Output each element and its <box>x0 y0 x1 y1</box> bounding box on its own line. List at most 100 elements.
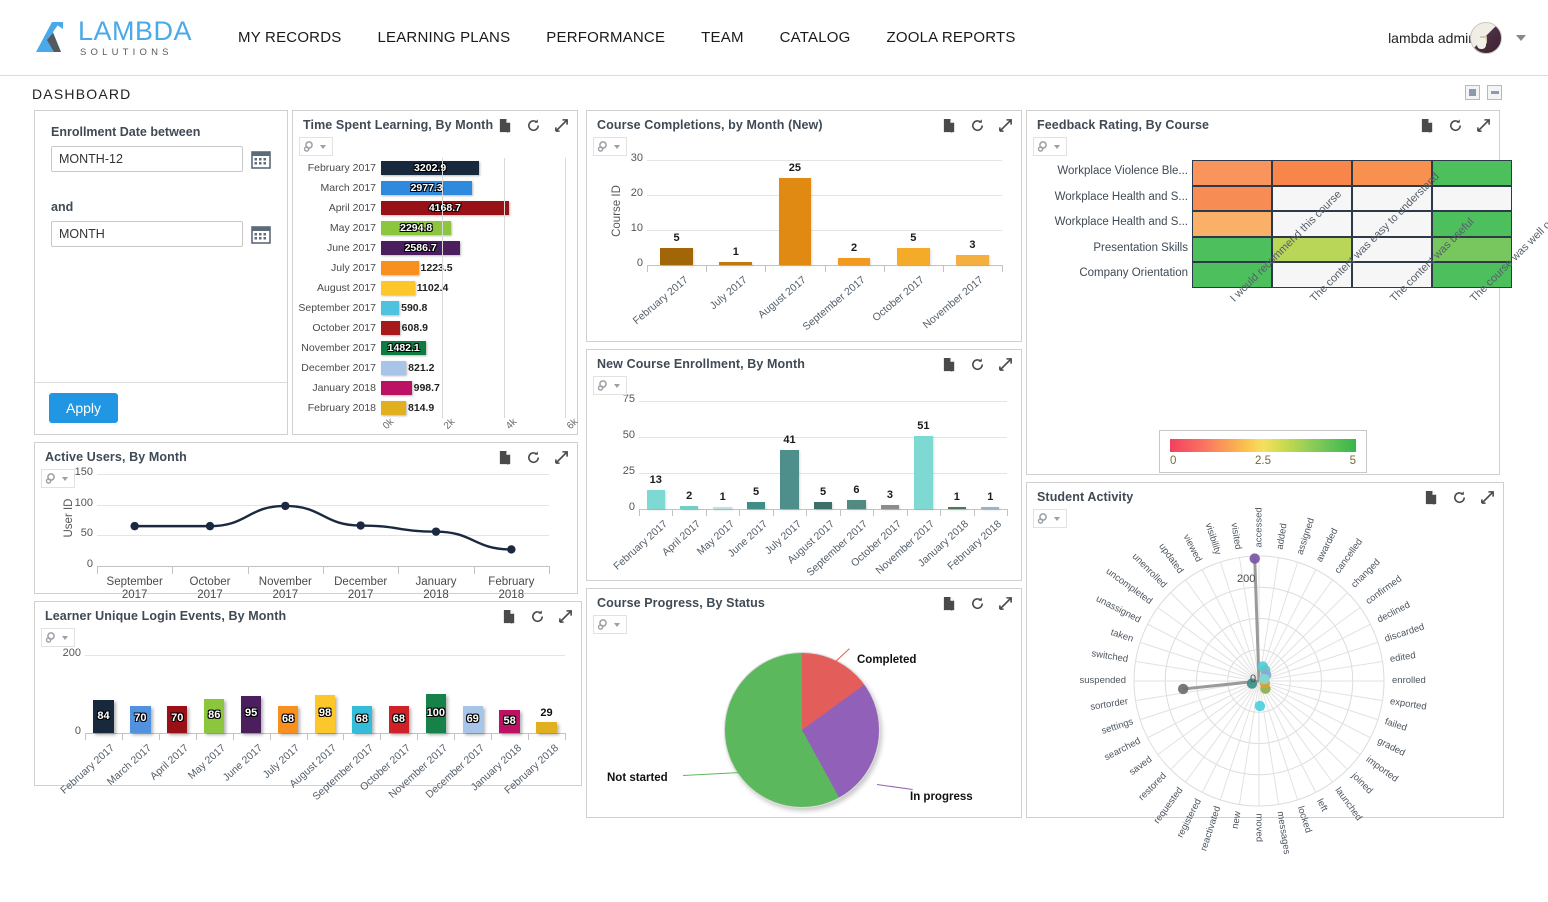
time-spent-value: 998.7 <box>414 382 440 394</box>
time-spent-bar[interactable]: 2294.8 <box>381 221 451 235</box>
nav-item-learning-plans[interactable]: LEARNING PLANS <box>377 29 510 46</box>
time-spent-bar[interactable]: 590.8 <box>381 301 399 315</box>
expand-icon[interactable] <box>554 450 569 465</box>
time-spent-row: November 20171482.1 <box>293 338 577 358</box>
refresh-icon[interactable] <box>970 596 985 611</box>
bar[interactable] <box>779 178 812 266</box>
bar[interactable] <box>647 490 665 509</box>
time-spent-bar[interactable]: 3202.9 <box>381 161 479 175</box>
time-spent-bar[interactable]: 814.9 <box>381 401 406 415</box>
course-progress-panel: Course Progress, By Status CompletedIn p… <box>586 588 1022 818</box>
nav-item-performance[interactable]: PERFORMANCE <box>546 29 665 46</box>
heatmap-cell[interactable] <box>1192 186 1272 212</box>
refresh-icon[interactable] <box>970 357 985 372</box>
x-axis-label: February2018 <box>474 576 549 602</box>
time-spent-x-tick: 0k <box>381 417 396 432</box>
bar[interactable] <box>838 258 871 265</box>
expand-icon[interactable] <box>998 357 1013 372</box>
export-icon[interactable] <box>498 118 513 133</box>
pie-chart[interactable] <box>724 652 880 808</box>
filter-label-between: Enrollment Date between <box>51 125 271 139</box>
bar[interactable] <box>660 248 693 266</box>
heatmap-cell[interactable] <box>1192 211 1272 237</box>
export-icon[interactable] <box>942 357 957 372</box>
nav-item-team[interactable]: TEAM <box>701 29 743 46</box>
settings-gear-icon[interactable] <box>299 137 333 156</box>
user-menu[interactable]: lambda admin <box>1388 22 1526 54</box>
x-axis-label: October2017 <box>172 576 247 602</box>
export-icon[interactable] <box>1420 118 1435 133</box>
bar[interactable] <box>747 502 765 509</box>
expand-icon[interactable] <box>998 118 1013 133</box>
bar[interactable] <box>536 722 556 733</box>
bar[interactable] <box>981 507 999 509</box>
expand-icon[interactable] <box>1480 490 1495 505</box>
settings-gear-icon[interactable] <box>1033 509 1067 528</box>
export-icon[interactable] <box>942 118 957 133</box>
bar[interactable] <box>713 507 731 509</box>
refresh-icon[interactable] <box>526 118 541 133</box>
time-spent-value: 1482.1 <box>388 342 420 354</box>
bar[interactable] <box>914 436 932 509</box>
expand-icon[interactable] <box>558 609 573 624</box>
settings-gear-icon[interactable] <box>41 469 75 488</box>
collapse-sidebar-button[interactable] <box>1465 85 1480 100</box>
export-icon[interactable] <box>942 596 957 611</box>
bar[interactable] <box>956 255 989 266</box>
time-spent-bar[interactable]: 2586.7 <box>381 241 460 255</box>
bar[interactable] <box>680 506 698 509</box>
expand-icon[interactable] <box>998 596 1013 611</box>
bar[interactable] <box>814 502 832 509</box>
date-to-input[interactable] <box>51 221 243 247</box>
brand-logo[interactable]: LAMBDA SOLUTIONS <box>30 18 192 58</box>
settings-gear-icon[interactable] <box>593 615 627 634</box>
refresh-icon[interactable] <box>1452 490 1467 505</box>
export-icon[interactable] <box>498 450 513 465</box>
settings-gear-icon[interactable] <box>593 376 627 395</box>
bar[interactable] <box>881 505 899 509</box>
bar[interactable] <box>847 500 865 509</box>
time-spent-bar[interactable]: 1102.4 <box>381 281 415 295</box>
calendar-icon[interactable] <box>251 149 271 169</box>
heatmap-cell[interactable] <box>1352 160 1432 186</box>
nav-item-my-records[interactable]: MY RECORDS <box>238 29 341 46</box>
heatmap-cell[interactable] <box>1192 160 1272 186</box>
bar[interactable] <box>780 450 798 509</box>
nav-item-zoola-reports[interactable]: ZOOLA REPORTS <box>887 29 1016 46</box>
bar[interactable] <box>948 507 966 509</box>
heatmap-row-label: Company Orientation <box>1035 267 1188 279</box>
settings-gear-icon[interactable] <box>41 628 75 647</box>
heatmap-cell[interactable] <box>1432 160 1512 186</box>
export-icon[interactable] <box>1424 490 1439 505</box>
time-spent-bar[interactable]: 821.2 <box>381 361 406 375</box>
settings-gear-icon[interactable] <box>1033 137 1067 156</box>
time-spent-bar[interactable]: 608.9 <box>381 321 400 335</box>
chevron-down-icon[interactable] <box>1516 35 1526 41</box>
export-icon[interactable] <box>502 609 517 624</box>
heatmap-legend: 02.55 <box>1159 430 1367 473</box>
time-spent-bar[interactable]: 1482.1 <box>381 341 426 355</box>
expand-icon[interactable] <box>554 118 569 133</box>
nav-item-catalog[interactable]: CATALOG <box>780 29 851 46</box>
refresh-icon[interactable] <box>530 609 545 624</box>
refresh-icon[interactable] <box>970 118 985 133</box>
time-spent-bar[interactable]: 998.7 <box>381 381 412 395</box>
expand-icon[interactable] <box>1476 118 1491 133</box>
refresh-icon[interactable] <box>526 450 541 465</box>
heatmap-cell[interactable] <box>1432 186 1512 212</box>
heatmap-cell[interactable] <box>1272 160 1352 186</box>
minimize-button[interactable] <box>1487 85 1502 100</box>
apply-button[interactable]: Apply <box>49 393 118 423</box>
bar[interactable] <box>719 262 752 266</box>
time-spent-bar[interactable]: 4168.7 <box>381 201 509 215</box>
time-spent-bar[interactable]: 1223.5 <box>381 261 419 275</box>
calendar-icon[interactable] <box>251 224 271 244</box>
bar[interactable] <box>897 248 930 266</box>
settings-gear-icon[interactable] <box>593 137 627 156</box>
heatmap-cell[interactable] <box>1192 237 1272 263</box>
date-from-input[interactable] <box>51 146 243 172</box>
avatar[interactable] <box>1470 22 1502 54</box>
refresh-icon[interactable] <box>1448 118 1463 133</box>
time-spent-bar[interactable]: 2977.3 <box>381 181 472 195</box>
feedback-rating-panel: Feedback Rating, By Course Workplace Vio… <box>1026 110 1500 475</box>
